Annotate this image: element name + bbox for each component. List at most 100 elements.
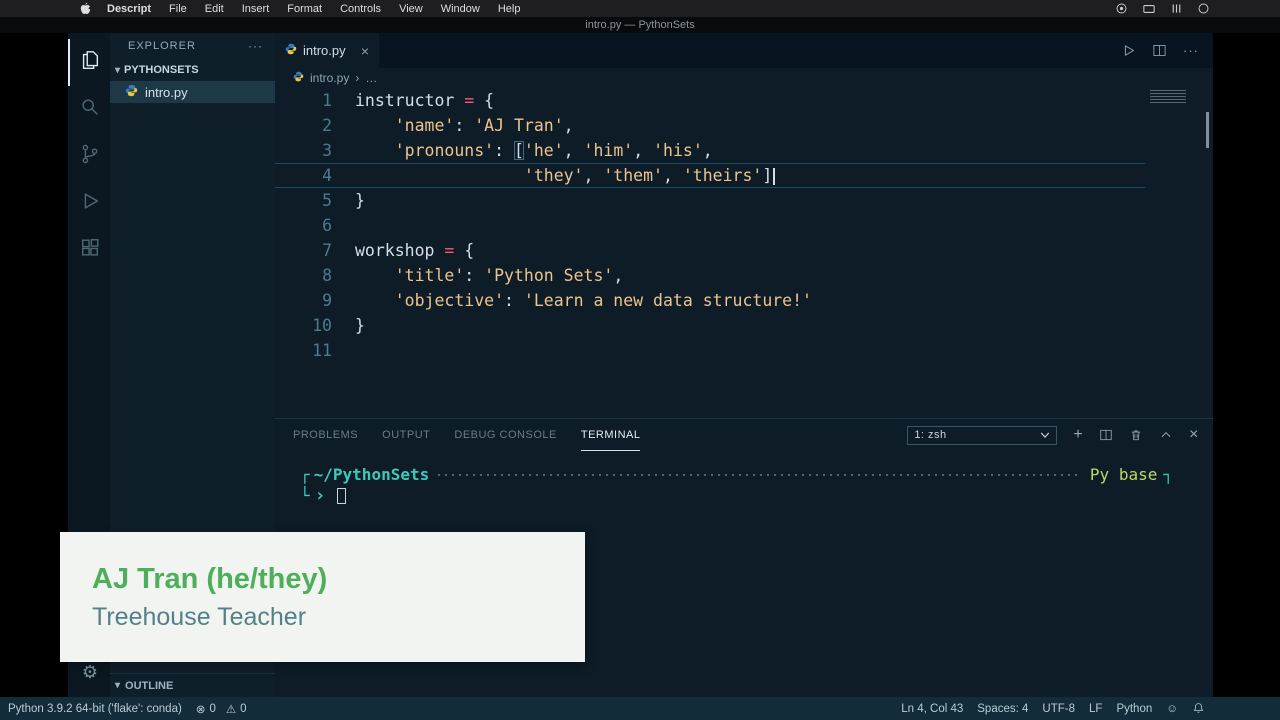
folder-pythonsets[interactable]: ▾ PYTHONSETS — [110, 59, 275, 81]
cursor-position[interactable]: Ln 4, Col 43 — [901, 703, 963, 715]
text-cursor — [773, 168, 775, 185]
menu-format[interactable]: Format — [287, 3, 322, 15]
eol-sequence[interactable]: LF — [1089, 703, 1102, 715]
python-file-icon — [293, 71, 304, 85]
prompt-corner-top-right: ┐ — [1163, 465, 1173, 484]
activity-search[interactable] — [68, 86, 110, 133]
terminal-cwd: ~/PythonSets — [314, 465, 430, 484]
breadcrumb-file[interactable]: intro.py — [310, 71, 349, 85]
line-number: 2 — [275, 113, 332, 138]
explorer-more-icon[interactable]: ··· — [248, 39, 263, 53]
terminal-input-line[interactable]: └ › — [300, 485, 1173, 506]
apple-menu-icon[interactable] — [80, 2, 91, 15]
line-number: 9 — [275, 288, 332, 313]
code-lines[interactable]: 1instructor = {2 'name': 'AJ Tran',3 'pr… — [275, 88, 1145, 418]
language-mode[interactable]: Python — [1116, 703, 1152, 715]
menu-file[interactable]: File — [169, 3, 187, 15]
tab-intro-py[interactable]: intro.py × — [275, 33, 379, 68]
minimap[interactable] — [1150, 90, 1186, 103]
prompt-chevron-icon: › — [315, 485, 326, 506]
menu-edit[interactable]: Edit — [205, 3, 224, 15]
outline-section[interactable]: ▾ OUTLINE — [110, 673, 275, 697]
more-actions-icon[interactable]: ··· — [1183, 43, 1199, 58]
code-text: instructor = { — [332, 88, 494, 113]
python-interpreter[interactable]: Python 3.9.2 64-bit ('flake': conda) — [8, 703, 182, 715]
menu-insert[interactable]: Insert — [242, 3, 270, 15]
kill-terminal-icon[interactable] — [1129, 428, 1143, 442]
code-line[interactable]: 5} — [275, 188, 1145, 213]
chevron-down-icon — [1040, 431, 1050, 439]
menu-help[interactable]: Help — [498, 3, 521, 15]
code-line[interactable]: 4 'they', 'them', 'theirs'] — [275, 163, 1145, 188]
file-name: intro.py — [145, 85, 188, 100]
indentation[interactable]: Spaces: 4 — [977, 703, 1028, 715]
window-title: intro.py — PythonSets — [585, 19, 694, 31]
breadcrumb[interactable]: intro.py › … — [275, 68, 1213, 88]
line-number: 5 — [275, 188, 332, 213]
activity-source-control[interactable] — [68, 133, 110, 180]
extensions-icon — [79, 237, 101, 264]
window-titlebar[interactable]: intro.py — PythonSets — [0, 17, 1280, 33]
activity-run-debug[interactable] — [68, 180, 110, 227]
close-panel-icon[interactable]: × — [1189, 426, 1199, 444]
shell-selector[interactable]: 1: zsh — [907, 426, 1057, 445]
tab-bar: intro.py × ··· — [275, 33, 1213, 68]
tab-terminal[interactable]: TERMINAL — [581, 419, 641, 451]
breadcrumb-more[interactable]: … — [365, 71, 377, 85]
terminal-env-label: Py base — [1090, 465, 1157, 484]
code-editor[interactable]: 1instructor = {2 'name': 'AJ Tran',3 'pr… — [275, 88, 1213, 418]
run-file-icon[interactable] — [1121, 43, 1136, 58]
editor-right-strip — [1145, 88, 1213, 418]
menu-app-name[interactable]: Descript — [107, 3, 151, 15]
prompt-dotted-leader — [438, 474, 1081, 476]
code-text: 'objective': 'Learn a new data structure… — [332, 288, 812, 313]
code-text: } — [332, 313, 365, 338]
outline-label: OUTLINE — [125, 680, 173, 692]
code-line[interactable]: 1instructor = { — [275, 88, 1145, 113]
maximize-panel-icon[interactable] — [1159, 428, 1173, 442]
encoding[interactable]: UTF-8 — [1042, 703, 1075, 715]
code-text: 'title': 'Python Sets', — [332, 263, 623, 288]
feedback-smiley-icon[interactable]: ☺ — [1166, 703, 1178, 715]
tab-output[interactable]: OUTPUT — [382, 419, 430, 451]
code-line[interactable]: 3 'pronouns': ['he', 'him', 'his', — [275, 138, 1145, 163]
code-text: workshop = { — [332, 238, 474, 263]
code-line[interactable]: 6 — [275, 213, 1145, 238]
split-terminal-icon[interactable] — [1099, 428, 1113, 442]
source-control-icon — [79, 143, 101, 170]
code-line[interactable]: 11 — [275, 338, 1145, 363]
code-line[interactable]: 10} — [275, 313, 1145, 338]
display-icon[interactable] — [1142, 3, 1156, 15]
split-editor-icon[interactable] — [1152, 43, 1167, 58]
notifications-bell-icon[interactable] — [1192, 702, 1205, 715]
line-number: 1 — [275, 88, 332, 113]
prompt-corner-top-left: ┌ — [300, 465, 310, 484]
menu-view[interactable]: View — [399, 3, 423, 15]
record-icon[interactable] — [1115, 2, 1128, 15]
macos-menubar: Descript File Edit Insert Format Control… — [0, 0, 1280, 17]
code-line[interactable]: 8 'title': 'Python Sets', — [275, 263, 1145, 288]
activity-extensions[interactable] — [68, 227, 110, 274]
code-text: } — [332, 188, 365, 213]
columns-icon[interactable] — [1170, 2, 1183, 15]
python-file-icon — [125, 84, 138, 100]
code-line[interactable]: 7workshop = { — [275, 238, 1145, 263]
new-terminal-icon[interactable]: + — [1073, 426, 1083, 444]
scrollbar[interactable] — [1206, 112, 1209, 148]
close-icon[interactable]: × — [361, 43, 369, 59]
warning-icon: ⚠ — [226, 702, 236, 716]
tab-problems[interactable]: PROBLEMS — [293, 419, 358, 451]
menu-window[interactable]: Window — [441, 3, 480, 15]
folder-name: PYTHONSETS — [124, 64, 199, 76]
file-intro-py[interactable]: intro.py — [110, 81, 275, 103]
code-line[interactable]: 2 'name': 'AJ Tran', — [275, 113, 1145, 138]
code-text: 'pronouns': ['he', 'him', 'his', — [332, 138, 713, 163]
error-count: 0 — [209, 703, 215, 715]
tab-debug-console[interactable]: DEBUG CONSOLE — [454, 419, 556, 451]
code-line[interactable]: 9 'objective': 'Learn a new data structu… — [275, 288, 1145, 313]
activity-explorer[interactable] — [68, 39, 110, 86]
control-center-icon[interactable] — [1197, 2, 1210, 15]
lower-third-overlay: AJ Tran (he/they) Treehouse Teacher — [60, 532, 585, 662]
problems-summary[interactable]: ⊗ 0 ⚠ 0 — [196, 702, 247, 716]
menu-controls[interactable]: Controls — [340, 3, 381, 15]
